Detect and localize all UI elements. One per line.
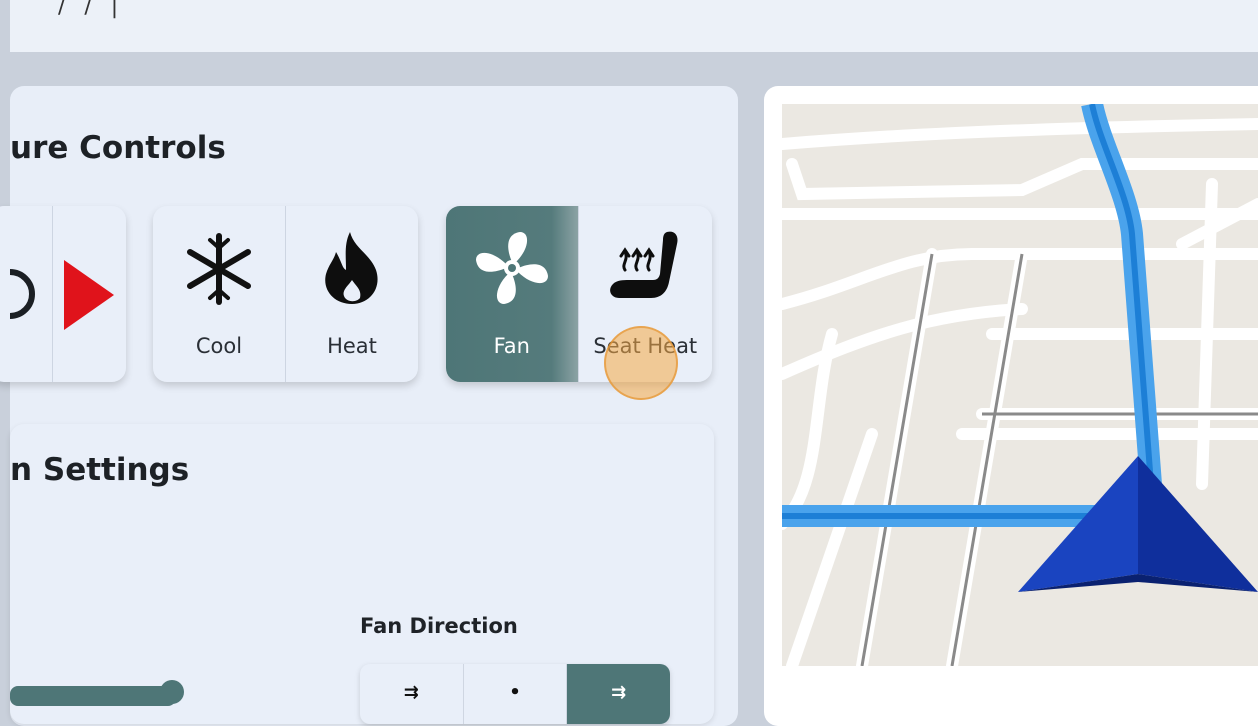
seat-heat-icon <box>610 231 678 298</box>
fan-button[interactable]: Fan <box>446 206 578 382</box>
fan-direction-option-1[interactable]: ⇉ <box>360 664 464 724</box>
control-group-power <box>0 206 126 382</box>
play-button[interactable] <box>51 206 126 382</box>
fan-speed-slider-track[interactable] <box>10 686 176 706</box>
fan-direction-label: Fan Direction <box>360 614 518 638</box>
play-arrow-icon <box>64 260 115 330</box>
cool-button[interactable]: Cool <box>153 206 285 382</box>
flame-icon <box>325 232 378 304</box>
snowflake-icon <box>187 233 251 305</box>
control-group-cool-heat: Cool Heat <box>153 206 418 382</box>
climate-controls-title: ure Controls <box>10 130 226 166</box>
fan-speed-slider-handle[interactable] <box>160 680 184 704</box>
settings-title: n Settings <box>10 452 190 488</box>
power-icon <box>9 269 35 319</box>
navigation-map[interactable] <box>782 104 1258 666</box>
fan-direction-option-2[interactable]: • <box>464 664 568 724</box>
click-indicator <box>604 326 678 400</box>
fan-label: Fan <box>493 334 530 358</box>
heat-button[interactable]: Heat <box>285 206 418 382</box>
fan-icon <box>475 232 548 304</box>
fan-direction-selector: ⇉ • ⇉ <box>360 664 670 724</box>
power-button[interactable] <box>0 206 52 382</box>
header-partial-text: / / | <box>58 0 125 19</box>
cool-label: Cool <box>195 334 243 358</box>
heat-label: Heat <box>327 334 377 358</box>
fan-direction-option-3[interactable]: ⇉ <box>567 664 670 724</box>
header-strip: / / | <box>10 0 1258 52</box>
